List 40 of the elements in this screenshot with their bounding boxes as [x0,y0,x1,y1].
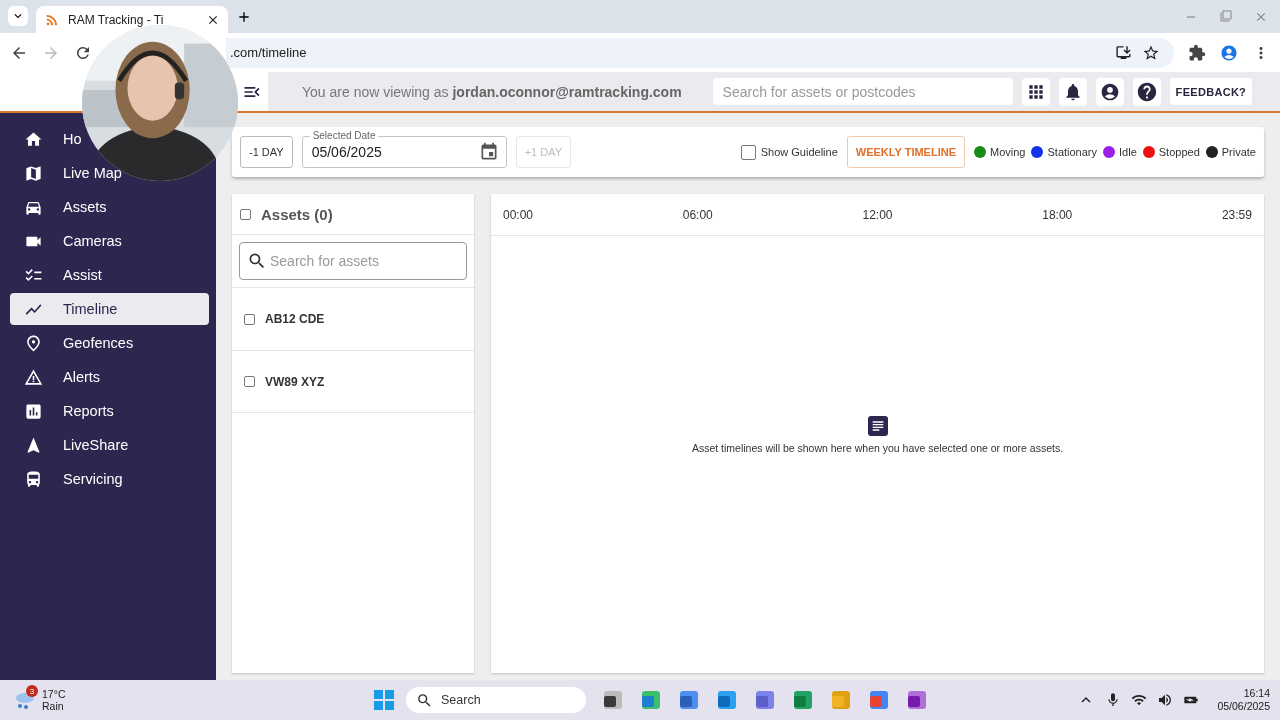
sidebar-item[interactable]: Ho [63,131,82,147]
asset-search-field[interactable]: Search for assets [239,242,467,280]
clock-date: 05/06/2025 [1217,700,1270,713]
weather-condition: Rain [42,700,65,712]
temperature: 17°C [42,688,66,700]
time-tick-label: 00:00 [503,207,534,222]
empty-message: Asset timelines will be shown here when you have selected one or more assets. [691,441,1064,454]
time-tick-label: 18:00 [1042,207,1073,222]
assets-title: Assets (0) [261,205,333,223]
sidebar-item[interactable]: Servicing [63,471,123,487]
guideline-label: Show Guideline [760,146,838,158]
viewing-as-text: You are now viewing as jordan.oconnor@ramtracking.com [302,83,682,100]
legend-label: Moving [990,146,1026,158]
search-field[interactable]: Search for assets or postcodes [712,78,1013,105]
sidebar-item[interactable]: Assist [63,267,102,283]
browser-tab[interactable]: RAM Tracking - Ti [36,6,228,33]
sidebar-item[interactable]: Timeline [10,293,209,325]
time-tick-label: 12:00 [862,207,893,222]
feedback-button[interactable]: FEEDBACK? [1169,78,1253,105]
sidebar-item[interactable]: Alerts [63,369,101,385]
legend-label: Idle [1119,146,1137,158]
legend-label: Private [1221,146,1256,158]
address-bar[interactable]: .com/timeline [226,37,1174,68]
legend-label: Stationary [1047,146,1097,158]
asset-plate: AB12 CDE [265,312,325,326]
sidebar-item[interactable]: Live Map [63,165,122,181]
tab-title: RAM Tracking - Ti [68,12,165,27]
taskbar-search[interactable]: Search [406,687,586,713]
time-tick-label: 23:59 [1221,207,1252,222]
sidebar-item[interactable]: Cameras [63,233,122,249]
legend-label: Stopped [1158,146,1200,158]
time-tick-label: 06:00 [682,207,713,222]
previous-day-button[interactable]: -1 DAY [240,136,293,168]
sidebar-item[interactable]: Assets [63,199,107,215]
sidebar-item[interactable]: LiveShare [63,437,129,453]
notification-badge: 3 [26,685,38,697]
asset-plate: VW89 XYZ [265,374,325,389]
clock-time: 16:14 [1243,687,1270,700]
sidebar-item[interactable]: Reports [63,403,114,419]
sidebar-item[interactable]: Geofences [63,335,134,351]
